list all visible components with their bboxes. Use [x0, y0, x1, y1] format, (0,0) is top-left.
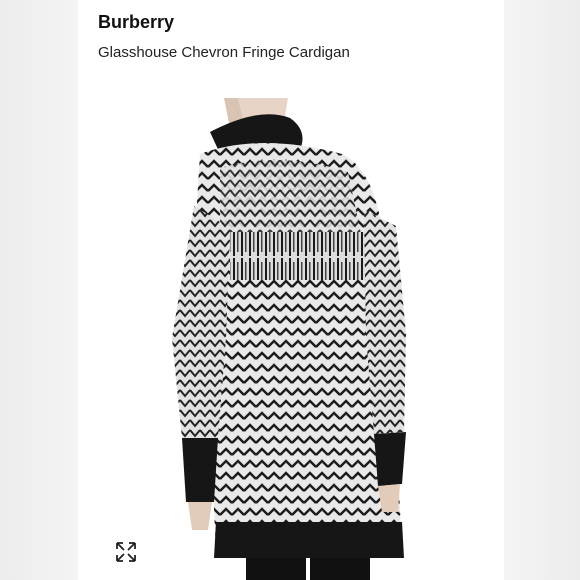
brand-name[interactable]: Burberry [98, 12, 174, 33]
product-card: Burberry Glasshouse Chevron Fringe Cardi… [78, 0, 504, 580]
right-backdrop [504, 0, 580, 580]
product-title: Glasshouse Chevron Fringe Cardigan [98, 44, 350, 61]
left-backdrop [0, 0, 78, 580]
expand-arrows-icon[interactable] [114, 540, 138, 564]
product-photo [172, 98, 406, 580]
